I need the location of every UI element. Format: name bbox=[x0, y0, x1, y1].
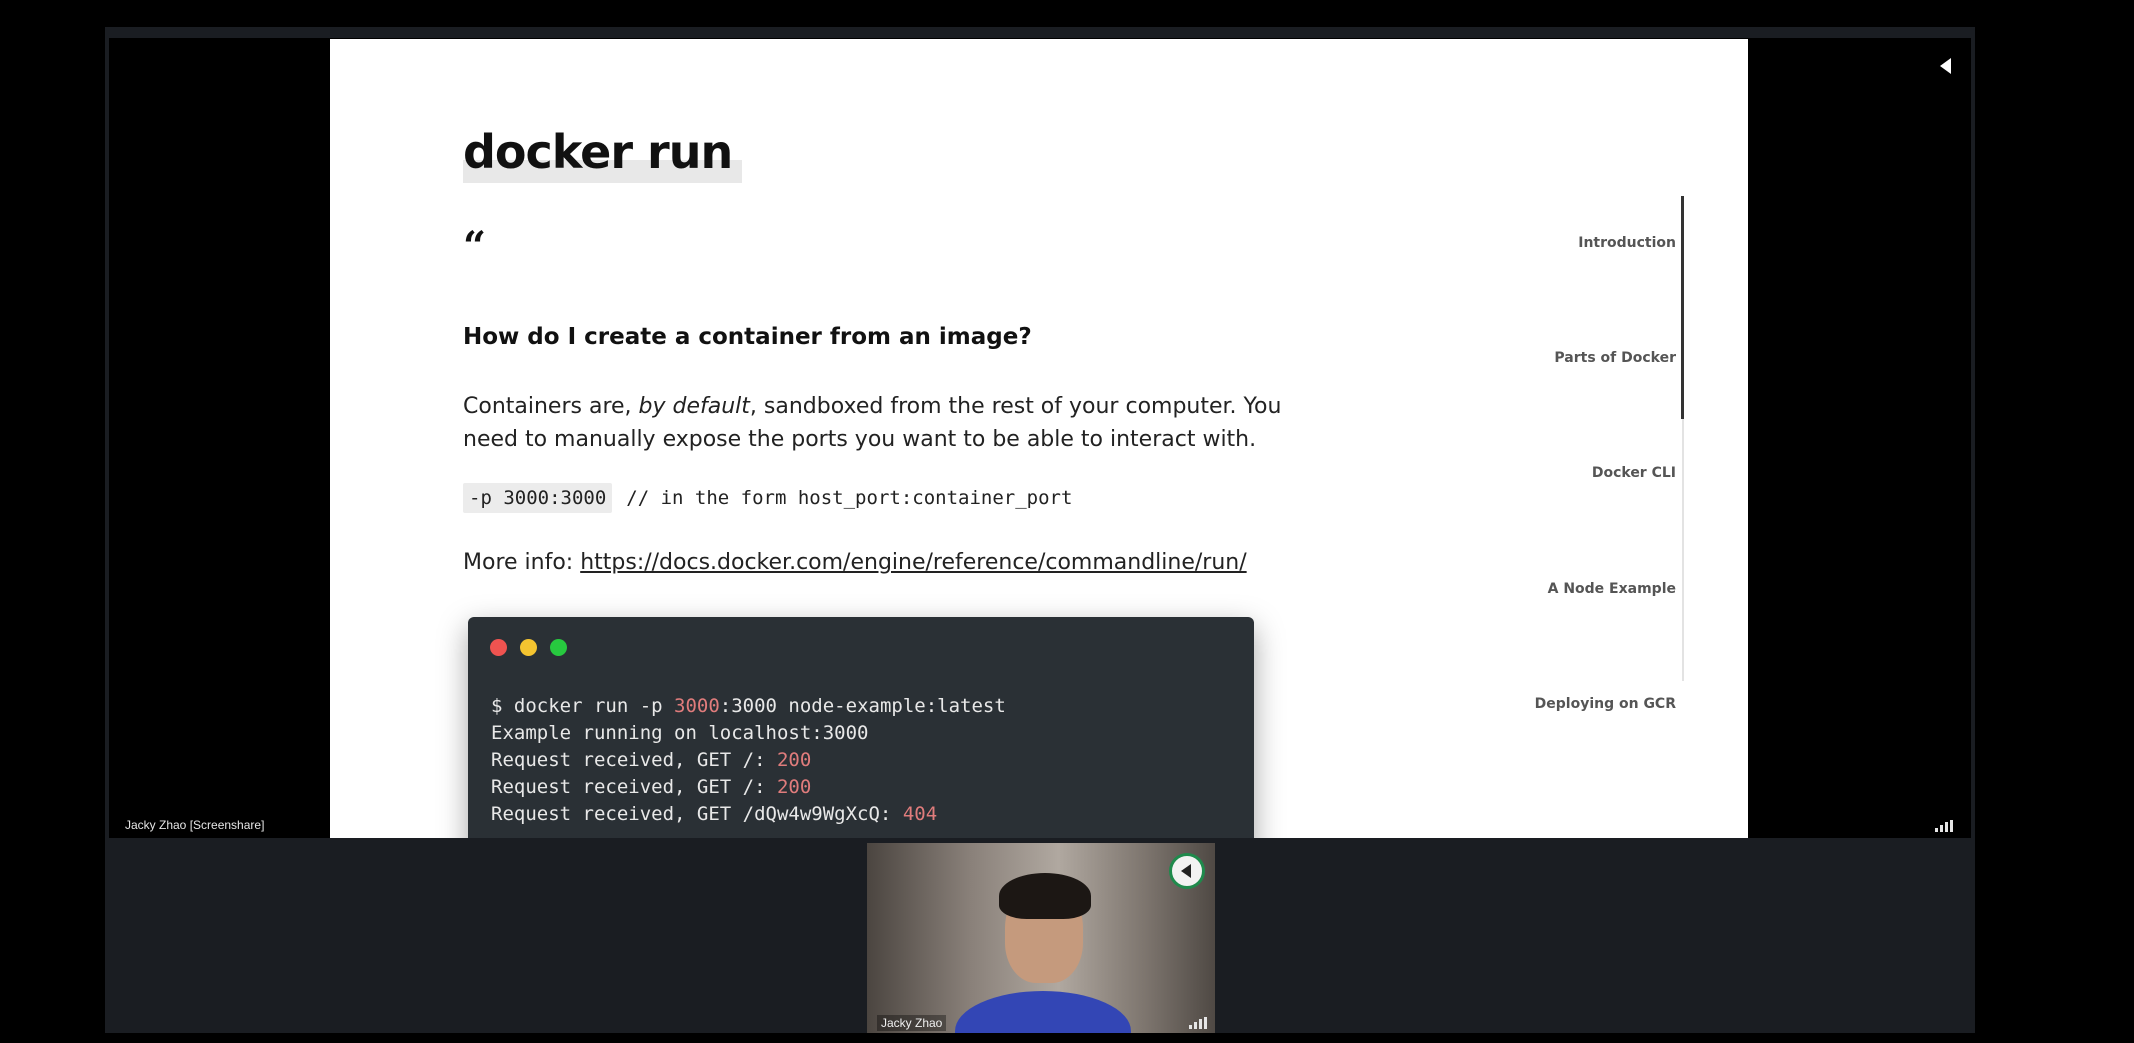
participant-hair bbox=[999, 873, 1091, 919]
participant-name: Jacky Zhao bbox=[877, 1015, 947, 1031]
maximize-dot-icon bbox=[550, 639, 567, 656]
more-info: More info: https://docs.docker.com/engin… bbox=[463, 550, 1247, 575]
docs-link[interactable]: https://docs.docker.com/engine/reference… bbox=[580, 550, 1246, 575]
intro-paragraph: Containers are, by default, sandboxed fr… bbox=[463, 390, 1323, 456]
terminal-line: Request received, GET /: 200 bbox=[491, 749, 812, 771]
toc-item-a-node-example[interactable]: A Node Example bbox=[1548, 581, 1676, 597]
table-of-contents: Introduction Parts of Docker Docker CLI … bbox=[1480, 196, 1706, 712]
terminal-window: $ docker run -p 3000:3000 node-example:l… bbox=[468, 617, 1254, 838]
toc-item-introduction[interactable]: Introduction bbox=[1578, 235, 1676, 251]
terminal-line: $ docker run -p 3000:3000 node-example:l… bbox=[491, 695, 1006, 717]
terminal-line: Request received, GET /dQw4w9WgXcQ: 404 bbox=[491, 803, 938, 825]
port-flag-example: -p 3000:3000 // in the form host_port:co… bbox=[463, 483, 1072, 513]
section-question: How do I create a container from an imag… bbox=[463, 324, 1032, 350]
toc-item-deploying-on-gcr[interactable]: Deploying on GCR bbox=[1535, 696, 1676, 712]
minimize-dot-icon bbox=[520, 639, 537, 656]
pin-video-button[interactable] bbox=[1169, 853, 1205, 889]
code-comment: // in the form host_port:container_port bbox=[626, 487, 1073, 509]
terminal-line: Request received, GET /: 200 bbox=[491, 776, 812, 798]
terminal-line: Example running on localhost:3000 bbox=[491, 722, 869, 744]
toc-item-parts-of-docker[interactable]: Parts of Docker bbox=[1554, 350, 1676, 366]
connection-signal-icon bbox=[1935, 820, 1953, 832]
toc-item-docker-cli[interactable]: Docker CLI bbox=[1592, 465, 1676, 481]
close-dot-icon bbox=[490, 639, 507, 656]
paragraph-text-start: Containers are, bbox=[463, 394, 639, 419]
pin-arrow-icon bbox=[1180, 864, 1191, 878]
quote-icon: “ bbox=[463, 223, 487, 270]
inline-code: -p 3000:3000 bbox=[463, 483, 613, 513]
participant-video-tile[interactable]: Jacky Zhao bbox=[867, 843, 1215, 1033]
participant-signal-icon bbox=[1189, 1017, 1207, 1029]
screenshare-label: Jacky Zhao [Screenshare] bbox=[125, 818, 265, 832]
terminal-output: $ docker run -p 3000:3000 node-example:l… bbox=[491, 693, 1006, 828]
more-info-label: More info: bbox=[463, 550, 581, 575]
collapse-panel-icon[interactable] bbox=[1940, 58, 1951, 74]
toc-progress-bar bbox=[1681, 196, 1684, 420]
window-controls bbox=[490, 639, 567, 656]
shared-slide-page: docker run “ How do I create a container… bbox=[330, 39, 1748, 838]
page-title: docker run bbox=[463, 125, 743, 183]
paragraph-emphasis: by default bbox=[638, 394, 750, 419]
